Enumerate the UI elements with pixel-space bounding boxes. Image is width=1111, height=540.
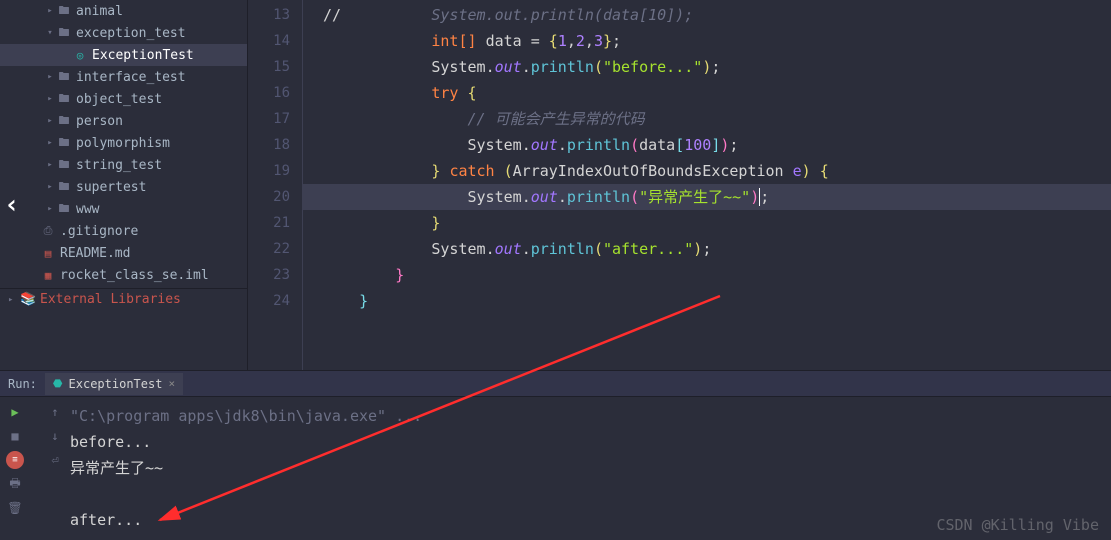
line-number: 19: [248, 158, 302, 184]
tree-item-interface-test[interactable]: ▸🖿 interface_test: [0, 66, 247, 88]
line-number: 16: [248, 80, 302, 106]
tree-item-exception-test[interactable]: ▾🖿 exception_test: [0, 22, 247, 44]
tree-item-rocket-class-se-iml[interactable]: ▦ rocket_class_se.iml: [0, 264, 247, 286]
tree-item-README-md[interactable]: ▤ README.md: [0, 242, 247, 264]
console-line: before...: [70, 429, 1103, 455]
folder-icon: 🖿: [56, 112, 72, 131]
class-icon: ◎: [72, 49, 88, 62]
stop-button[interactable]: ■: [6, 427, 24, 445]
code-line-20[interactable]: System.out.println("异常产生了~~");: [303, 184, 1111, 210]
watermark: CSDN @Killing Vibe: [936, 516, 1099, 534]
code-line-17[interactable]: // 可能会产生异常的代码: [303, 106, 1111, 132]
tree-item-www[interactable]: ▸🖿 www: [0, 198, 247, 220]
tree-item-ExceptionTest[interactable]: ◎ ExceptionTest: [0, 44, 247, 66]
line-number: 13: [248, 2, 302, 28]
code-line-14[interactable]: int[] data = {1,2,3};: [303, 28, 1111, 54]
chevron-icon[interactable]: ▸: [44, 94, 56, 104]
run-tab[interactable]: ⬣ ExceptionTest ×: [45, 373, 183, 395]
tree-item-label: object_test: [76, 92, 162, 107]
line-number: 23: [248, 262, 302, 288]
tree-item-polymorphism[interactable]: ▸🖿 polymorphism: [0, 132, 247, 154]
console-line: "C:\program apps\jdk8\bin\java.exe" ...: [70, 403, 1103, 429]
external-libraries[interactable]: ▸ 📚 External Libraries: [0, 288, 247, 310]
folder-icon: 🖿: [56, 2, 72, 21]
chevron-icon[interactable]: ▸: [44, 138, 56, 148]
tree-item-supertest[interactable]: ▸🖿 supertest: [0, 176, 247, 198]
run-config-icon: ⬣: [53, 377, 63, 390]
rerun-button[interactable]: ▶: [6, 403, 24, 421]
line-number: 18: [248, 132, 302, 158]
chevron-icon[interactable]: ▸: [44, 182, 56, 192]
tree-item-label: README.md: [60, 246, 130, 261]
code-line-16[interactable]: try {: [303, 80, 1111, 106]
folder-icon: 🖿: [56, 68, 72, 87]
tree-item-string-test[interactable]: ▸🖿 string_test: [0, 154, 247, 176]
console-line: [70, 481, 1103, 507]
tree-item-object-test[interactable]: ▸🖿 object_test: [0, 88, 247, 110]
folder-icon: 🖿: [56, 178, 72, 197]
code-editor[interactable]: 131415161718192021222324 // System.out.p…: [248, 0, 1111, 370]
line-number: 21: [248, 210, 302, 236]
print-button[interactable]: 🖶: [6, 475, 24, 493]
run-label: Run:: [8, 377, 37, 391]
console-line: 异常产生了~~: [70, 455, 1103, 481]
run-panel: Run: ⬣ ExceptionTest × ▶ ■ ≡ 🖶 🗑 ↑ ↓ ⏎ "…: [0, 370, 1111, 540]
folder-icon: 🖿: [56, 156, 72, 175]
tree-item-label: www: [76, 202, 99, 217]
line-number: 15: [248, 54, 302, 80]
tree-item-animal[interactable]: ▸🖿 animal: [0, 0, 247, 22]
folder-icon: 🖿: [56, 90, 72, 109]
tree-item--gitignore[interactable]: ⎙ .gitignore: [0, 220, 247, 242]
chevron-icon[interactable]: ▸: [44, 160, 56, 170]
project-tree: ▸🖿animal▾🖿exception_test◎ExceptionTest▸🖿…: [0, 0, 248, 370]
line-number: 20: [248, 184, 302, 210]
readme-icon: ▤: [40, 247, 56, 260]
folder-icon: 🖿: [56, 134, 72, 153]
line-number: 22: [248, 236, 302, 262]
code-line-21[interactable]: }: [303, 210, 1111, 236]
chevron-icon[interactable]: ▸: [44, 6, 56, 16]
code-line-24[interactable]: }: [303, 288, 1111, 314]
tree-item-label: interface_test: [76, 70, 186, 85]
iml-icon: ▦: [40, 269, 56, 282]
tree-item-label: string_test: [76, 158, 162, 173]
chevron-icon[interactable]: ▸: [44, 116, 56, 126]
tree-item-label: ExceptionTest: [92, 48, 194, 63]
line-gutter: 131415161718192021222324: [248, 0, 303, 370]
line-number: 24: [248, 288, 302, 314]
tree-item-person[interactable]: ▸🖿 person: [0, 110, 247, 132]
chevron-icon[interactable]: ▸: [44, 72, 56, 82]
tree-item-label: polymorphism: [76, 136, 170, 151]
folder-icon: 🖿: [56, 200, 72, 219]
line-number: 14: [248, 28, 302, 54]
git-icon: ⎙: [40, 224, 56, 238]
code-line-19[interactable]: } catch (ArrayIndexOutOfBoundsException …: [303, 158, 1111, 184]
tree-item-label: supertest: [76, 180, 146, 195]
folder-icon: 🖿: [56, 24, 72, 43]
tree-item-label: animal: [76, 4, 123, 19]
close-icon[interactable]: ×: [168, 377, 175, 390]
tree-item-label: person: [76, 114, 123, 129]
chevron-icon[interactable]: ▾: [44, 28, 56, 38]
run-tab-label: ExceptionTest: [69, 377, 163, 391]
code-line-23[interactable]: }: [303, 262, 1111, 288]
code-line-18[interactable]: System.out.println(data[100]);: [303, 132, 1111, 158]
delete-button[interactable]: 🗑: [6, 499, 24, 517]
tree-item-label: .gitignore: [60, 224, 138, 239]
code-line-15[interactable]: System.out.println("before...");: [303, 54, 1111, 80]
line-number: 17: [248, 106, 302, 132]
code-line-22[interactable]: System.out.println("after...");: [303, 236, 1111, 262]
tree-item-label: rocket_class_se.iml: [60, 268, 209, 283]
chevron-icon[interactable]: ▸: [44, 204, 56, 214]
sidebar-collapse-chevron[interactable]: ‹: [4, 190, 20, 220]
code-line-13[interactable]: // System.out.println(data[10]);: [303, 2, 1111, 28]
layout-button[interactable]: ≡: [6, 451, 24, 469]
tree-item-label: exception_test: [76, 26, 186, 41]
